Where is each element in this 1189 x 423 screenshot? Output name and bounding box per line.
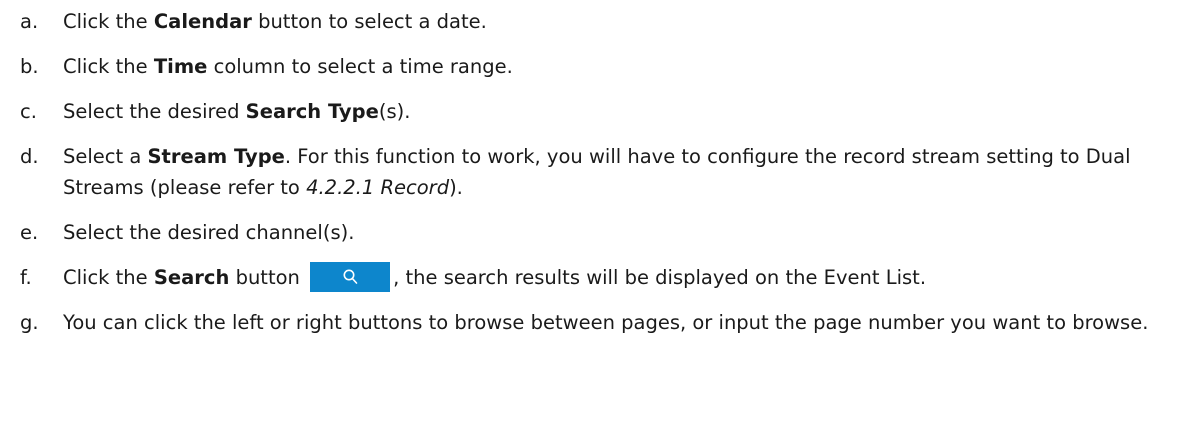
step-e: e. Select the desired channel(s). xyxy=(20,217,1179,248)
step-text-part: You can click the left or right buttons … xyxy=(63,311,1149,334)
step-d: d. Select a Stream Type. For this functi… xyxy=(20,141,1179,203)
search-button[interactable] xyxy=(310,261,391,292)
step-text: Select the desired channel(s). xyxy=(63,221,354,244)
step-marker: e. xyxy=(20,221,39,244)
calendar-term: Calendar xyxy=(153,10,252,33)
step-text-part: Click the xyxy=(63,10,154,33)
step-text-part: Select a xyxy=(63,145,148,168)
step-a: a. Click the Calendar button to select a… xyxy=(20,6,1179,37)
step-b: b. Click the Time column to select a tim… xyxy=(20,51,1179,82)
record-section-reference: 4.2.2.1 Record xyxy=(306,176,450,199)
step-g: g. You can click the left or right butto… xyxy=(20,307,1179,338)
step-text-part: Click the xyxy=(63,266,154,289)
step-marker: c. xyxy=(20,100,37,123)
step-text-part: button to select a date. xyxy=(251,10,487,33)
time-term: Time xyxy=(153,55,208,78)
step-text-part: Select the desired channel(s). xyxy=(63,221,355,244)
step-marker: b. xyxy=(20,55,39,78)
instruction-steps: a. Click the Calendar button to select a… xyxy=(20,6,1179,352)
step-text: Click the Search button , the search res… xyxy=(63,261,927,292)
step-text: Select a Stream Type. For this function … xyxy=(63,145,1131,199)
step-marker: g. xyxy=(20,311,39,334)
step-text: You can click the left or right buttons … xyxy=(63,311,1148,334)
step-marker: d. xyxy=(20,145,39,168)
document-page: a. Click the Calendar button to select a… xyxy=(0,0,1189,423)
step-text: Select the desired Search Type(s). xyxy=(63,100,410,123)
step-text-part: Select the desired xyxy=(63,100,246,123)
step-c: c. Select the desired Search Type(s). xyxy=(20,96,1179,127)
step-marker: f. xyxy=(20,266,32,289)
step-f: f. Click the Search button , the search … xyxy=(20,261,1179,293)
step-text: Click the Calendar button to select a da… xyxy=(63,10,487,33)
step-text-part: , the search results will be displayed o… xyxy=(393,266,927,289)
search-term: Search xyxy=(153,266,230,289)
step-text: Click the Time column to select a time r… xyxy=(63,55,513,78)
search-icon xyxy=(343,269,358,284)
step-marker: a. xyxy=(20,10,39,33)
step-text-part: (s). xyxy=(378,100,411,123)
stream-type-term: Stream Type xyxy=(147,145,285,168)
step-text-part: Click the xyxy=(63,55,154,78)
step-text-part: button xyxy=(229,266,307,289)
search-type-term: Search Type xyxy=(245,100,379,123)
step-text-part: column to select a time range. xyxy=(207,55,513,78)
step-text-part: ). xyxy=(449,176,463,199)
